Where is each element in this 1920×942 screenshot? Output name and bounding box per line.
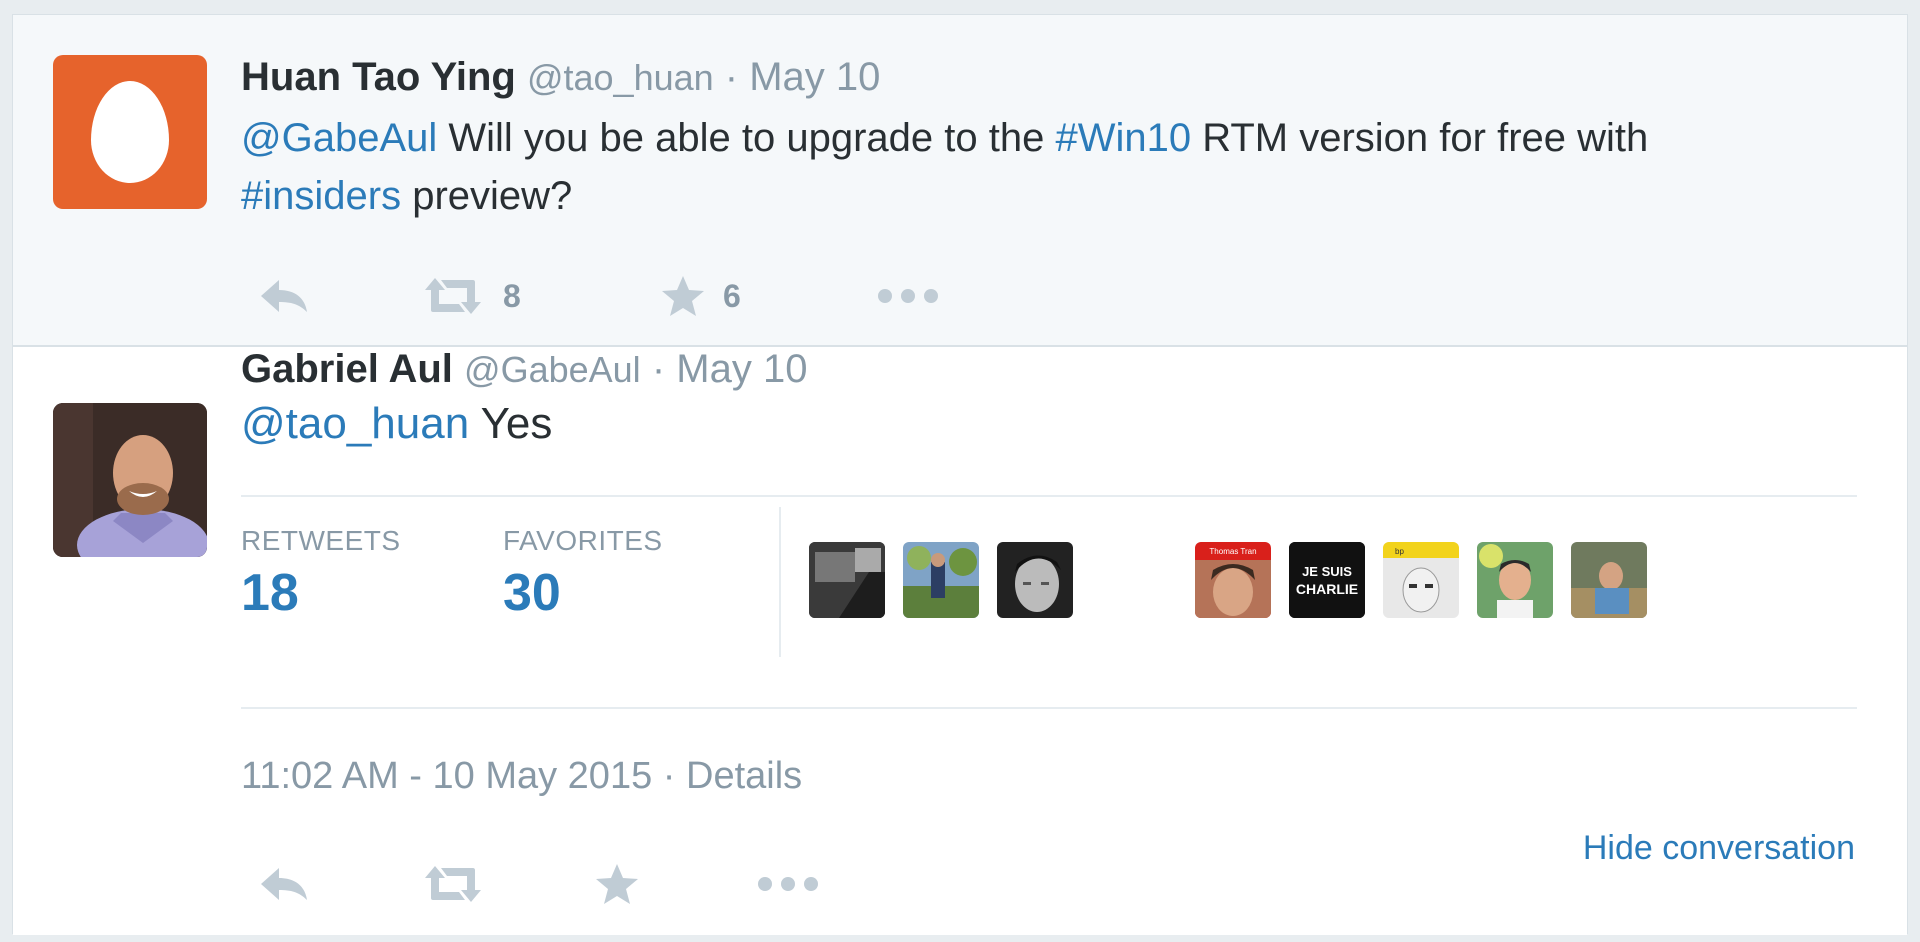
retweet-icon (425, 278, 481, 314)
favoriter-avatar[interactable] (809, 542, 885, 618)
favoriter-photo-icon (809, 542, 885, 618)
more-dots-icon (758, 877, 818, 891)
favoriter-photo-icon (1571, 542, 1647, 618)
tweet-actions (241, 859, 1041, 909)
tweet-timestamp-line: 11:02 AM - 10 May 2015 · Details (241, 755, 802, 798)
main-tweet: Gabriel Aul @GabeAul · May 10 @tao_huan … (13, 347, 1907, 935)
favoriter-label: bp (1395, 547, 1404, 556)
retweet-icon (425, 866, 481, 902)
hashtag-link[interactable]: #Win10 (1055, 116, 1191, 160)
retweets-label: RETWEETS (241, 525, 401, 556)
favoriter-avatar[interactable]: JE SUIS CHARLIE (1289, 542, 1365, 618)
avatar-photo[interactable] (53, 403, 207, 557)
favoriter-photo-icon (997, 542, 1073, 618)
favorite-star-icon (596, 864, 638, 904)
tweet-date[interactable]: May 10 (749, 55, 880, 99)
charlie-badge-icon: JE SUIS CHARLIE (1289, 542, 1365, 618)
reply-icon (261, 280, 307, 312)
favoriter-avatar[interactable] (1477, 542, 1553, 618)
hide-conversation-link[interactable]: Hide conversation (1583, 829, 1855, 868)
favorite-button[interactable] (595, 859, 639, 909)
separator-dot: · (651, 347, 666, 391)
favoriter-photo-icon (1477, 542, 1553, 618)
mention-link[interactable]: @tao_huan (241, 399, 469, 448)
reply-button[interactable] (257, 271, 311, 321)
tweet-text: @tao_huan Yes (241, 395, 1841, 453)
tweet-header: Huan Tao Ying @tao_huan · May 10 (241, 53, 880, 102)
favoriter-avatar[interactable] (1571, 542, 1647, 618)
stats-divider-bottom (241, 707, 1857, 709)
retweet-count: 8 (503, 277, 521, 314)
svg-text:JE SUIS: JE SUIS (1302, 564, 1352, 579)
stats-vertical-divider (779, 507, 781, 657)
details-link[interactable]: Details (686, 755, 802, 797)
favorite-star-icon (662, 276, 704, 316)
more-button[interactable] (757, 859, 819, 909)
favorites-label: FAVORITES (503, 525, 663, 556)
separator-dot: · (652, 755, 686, 797)
tweet-actions: 8 6 (241, 271, 1041, 321)
author-handle[interactable]: @GabeAul (464, 349, 641, 390)
retweet-button[interactable] (421, 859, 485, 909)
retweet-button[interactable]: 8 (421, 271, 521, 321)
separator-dot: · (724, 55, 739, 99)
favorite-count: 6 (723, 277, 741, 314)
tweet-text-part: preview? (401, 174, 573, 218)
avatar-egg[interactable] (53, 55, 207, 209)
favoriter-avatar[interactable] (997, 542, 1073, 618)
tweet-header: Gabriel Aul @GabeAul · May 10 (241, 345, 807, 394)
favoriter-label: Thomas Tran (1209, 547, 1256, 556)
favoriter-avatar[interactable]: Thomas Tran (1195, 542, 1271, 618)
reply-button[interactable] (257, 859, 311, 909)
favoriter-avatar[interactable] (903, 542, 979, 618)
tweet-text-part: RTM version for free with (1191, 116, 1649, 160)
reply-icon (261, 868, 307, 900)
tweet-text-part: Yes (469, 399, 553, 448)
favoriter-photo-icon: Thomas Tran (1195, 542, 1271, 618)
favoriter-avatar[interactable]: bp (1383, 542, 1459, 618)
tweet-text: @GabeAul Will you be able to upgrade to … (241, 109, 1841, 225)
favoriter-photo-icon: bp (1383, 542, 1459, 618)
more-button[interactable] (877, 271, 939, 321)
favorite-button[interactable]: 6 (661, 271, 741, 321)
person-avatar-icon (53, 403, 207, 557)
conversation-frame: Huan Tao Ying @tao_huan · May 10 @GabeAu… (12, 14, 1908, 935)
mention-link[interactable]: @GabeAul (241, 116, 437, 160)
author-name[interactable]: Huan Tao Ying (241, 55, 516, 99)
hashtag-link[interactable]: #insiders (241, 174, 401, 218)
tweet-timestamp[interactable]: 11:02 AM - 10 May 2015 (241, 755, 652, 797)
tweet-date[interactable]: May 10 (676, 347, 807, 391)
tweet-text-part: Will you be able to upgrade to the (437, 116, 1056, 160)
egg-icon (91, 81, 169, 183)
favoriter-photo-icon (903, 542, 979, 618)
favorites-value[interactable]: 30 (503, 563, 561, 623)
parent-tweet[interactable]: Huan Tao Ying @tao_huan · May 10 @GabeAu… (13, 15, 1907, 347)
author-handle[interactable]: @tao_huan (527, 57, 714, 98)
svg-text:CHARLIE: CHARLIE (1296, 581, 1358, 597)
retweets-value[interactable]: 18 (241, 563, 299, 623)
stats-divider-top (241, 495, 1857, 497)
more-dots-icon (878, 289, 938, 303)
author-name[interactable]: Gabriel Aul (241, 347, 453, 391)
